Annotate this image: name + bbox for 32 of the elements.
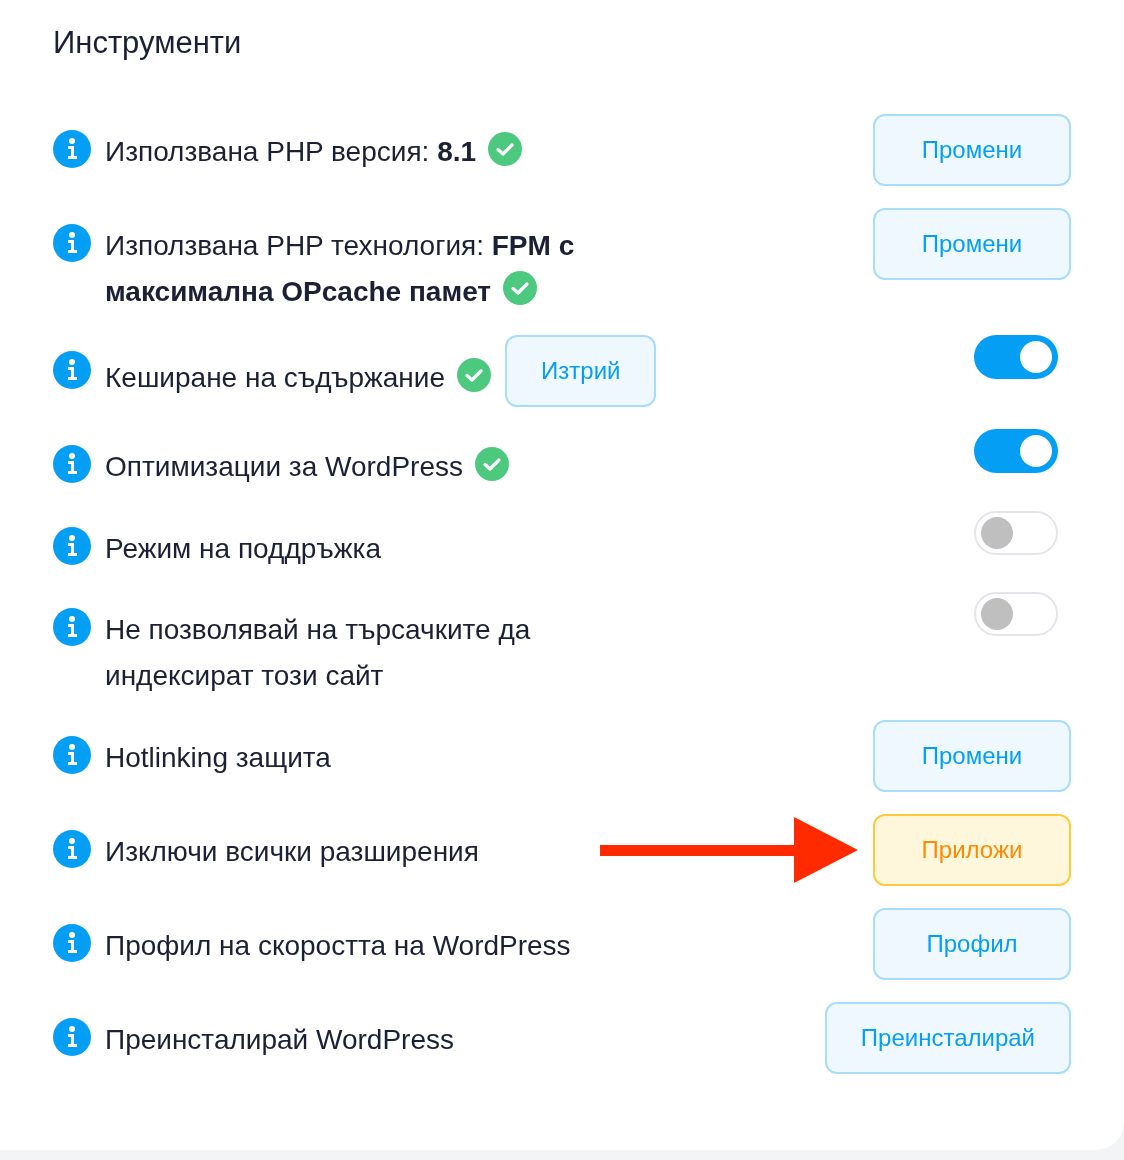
info-icon[interactable] [53,445,91,484]
info-icon[interactable] [53,608,91,647]
action-button[interactable]: Приложи [873,813,1071,886]
setting-label: Използвана PHP технология: FPM с максимална OPcache памет [105,229,575,307]
info-icon[interactable] [53,923,91,962]
info-icon[interactable] [53,351,91,390]
action-button[interactable]: Профил [873,907,1071,980]
info-icon[interactable] [53,735,91,774]
info-icon[interactable] [53,526,91,565]
section-title: Инструменти [53,24,242,62]
setting-label: Не позволявай на търсачките да индексират този сайт [105,614,531,691]
info-icon[interactable] [53,224,91,262]
info-icon[interactable] [53,130,91,168]
info-icon[interactable] [53,829,91,868]
action-button[interactable]: Преинсталирай [824,1001,1071,1074]
setting-label: Режим на поддръжка [105,532,381,564]
setting-label: Оптимизации за WordPress [105,450,463,482]
toggle-switch[interactable] [974,335,1058,380]
setting-label: Преинсталирай WordPress [105,1023,454,1055]
toggle-switch[interactable] [974,510,1058,555]
toggle-switch[interactable] [974,429,1058,474]
action-button[interactable]: Промени [873,719,1071,792]
info-icon[interactable] [53,1017,91,1056]
action-button[interactable]: Промени [873,114,1071,186]
setting-label: Изключи всички разширения [105,835,479,867]
setting-label: Използвана PHP версия: 8.1 [105,135,477,167]
setting-label: Профил на скоростта на WordPress [105,929,571,961]
action-button[interactable]: Изтрий [505,335,657,408]
setting-label: Кеширане на съдържание [105,362,446,394]
toggle-switch[interactable] [974,592,1058,637]
setting-label: Hotlinking защита [105,741,331,773]
action-button[interactable]: Промени [873,208,1071,280]
